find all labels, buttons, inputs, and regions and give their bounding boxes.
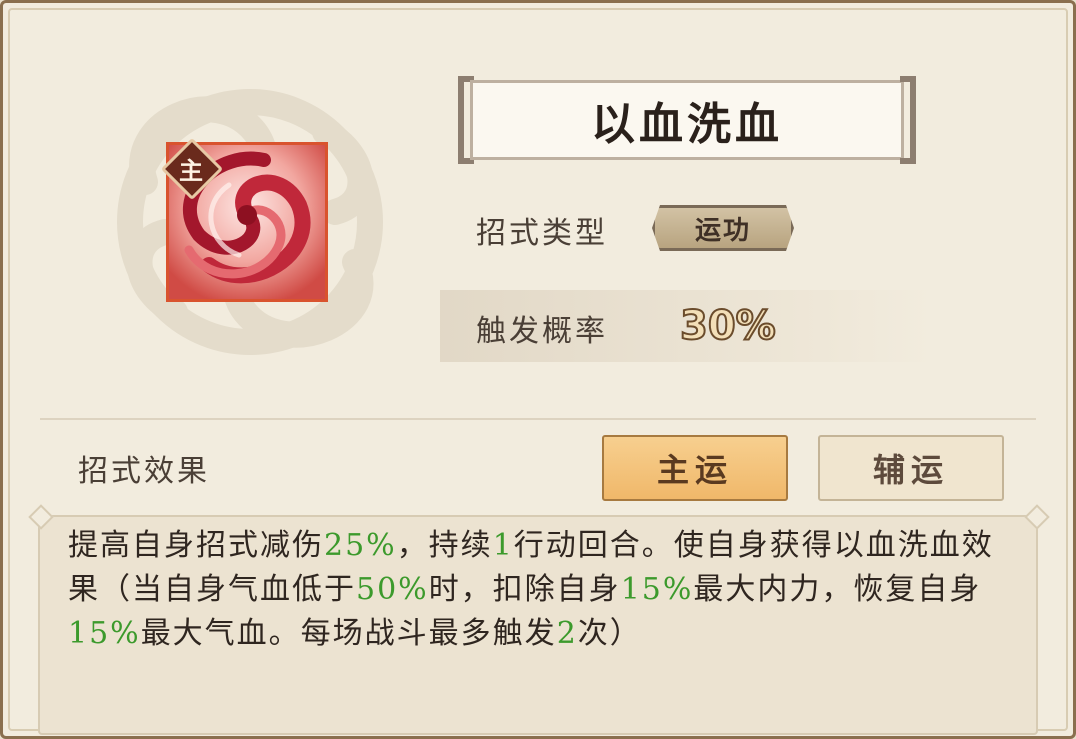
rate-value: 30% <box>679 302 777 350</box>
section-divider <box>40 418 1036 420</box>
effect-description: 提高自身招式减伤25%，持续1行动回合。使自身获得以血洗血效果（当自身气血低于5… <box>68 524 1018 656</box>
effect-text-segment: 最大气血。每场战斗最多触发 <box>140 616 557 651</box>
effect-value-highlight: 50% <box>356 572 429 607</box>
effect-value-highlight: 1 <box>492 528 514 563</box>
type-badge: 运功 <box>652 205 794 251</box>
effect-text-segment: 时，扣除自身 <box>428 572 621 607</box>
effect-value-highlight: 15% <box>620 572 694 607</box>
skill-title: 以血洗血 <box>470 80 904 160</box>
main-role-badge: 主 <box>160 137 224 201</box>
effect-text-segment: ，持续 <box>396 528 493 563</box>
effect-text-segment: 最大内力，恢复自身 <box>693 572 982 607</box>
effect-text-segment: 次） <box>577 616 642 651</box>
effect-value-highlight: 2 <box>556 616 578 651</box>
effect-section-label: 招式效果 <box>78 454 210 489</box>
title-bracket-right <box>900 76 916 164</box>
effect-value-highlight: 15% <box>68 616 141 651</box>
main-role-label: 主 <box>179 155 203 185</box>
skill-title-box: 以血洗血 <box>458 76 916 164</box>
effect-text-segment: 提高自身招式减伤 <box>68 528 324 563</box>
rate-label: 触发概率 <box>476 314 608 349</box>
tab-aux-effect[interactable]: 辅运 <box>818 435 1004 501</box>
tab-main-effect[interactable]: 主运 <box>602 435 788 501</box>
effect-value-highlight: 25% <box>324 528 397 563</box>
type-label: 招式类型 <box>476 216 608 251</box>
